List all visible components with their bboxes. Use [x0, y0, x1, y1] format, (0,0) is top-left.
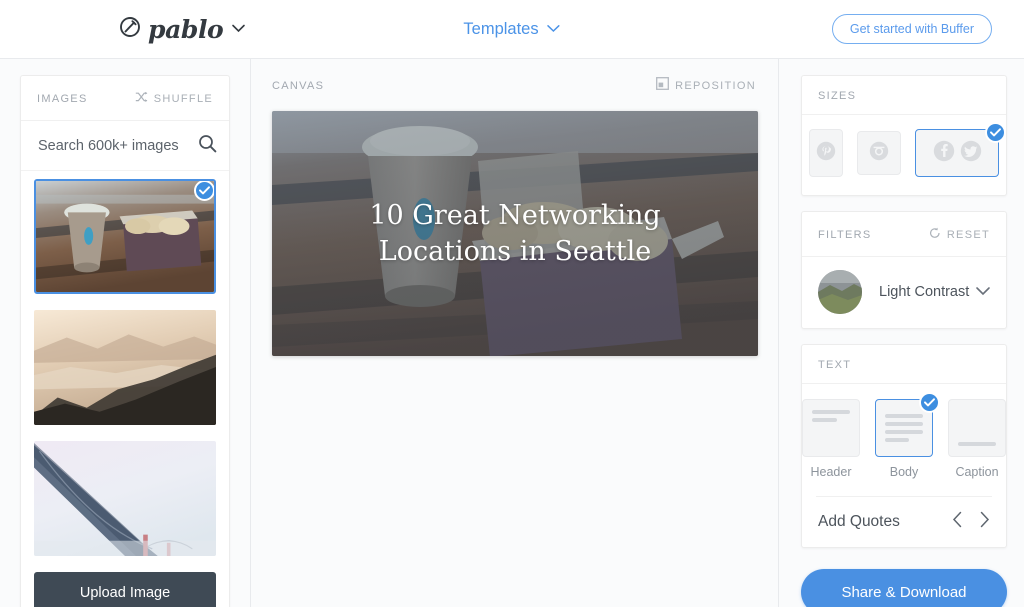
preview-line	[958, 442, 996, 446]
images-panel: IMAGES SHUFFLE Search 600k+ images Uploa…	[20, 75, 230, 607]
filter-selector[interactable]: Light Contrast	[802, 257, 1006, 328]
image-thumbnail-2[interactable]	[34, 441, 216, 556]
text-panel-header: TEXT	[802, 345, 1006, 384]
templates-label: Templates	[463, 19, 539, 38]
selected-check-icon	[985, 122, 1006, 143]
pablo-logo[interactable]: pablo	[119, 15, 246, 44]
canvas-panel-label: CANVAS	[272, 80, 325, 92]
text-panel-label: TEXT	[818, 359, 852, 371]
chevron-down-icon[interactable]	[231, 20, 246, 38]
chevron-right-icon[interactable]	[979, 511, 990, 533]
canvas-headline-text[interactable]: 10 Great Networking Locations in Seattle	[350, 198, 680, 270]
size-option-instagram[interactable]	[857, 131, 901, 175]
image-thumbnail-list	[21, 171, 229, 556]
canvas-area: CANVAS REPOSITION 10 Great Networking Lo…	[251, 59, 778, 607]
reset-label: RESET	[946, 229, 990, 241]
twitter-icon	[960, 140, 982, 167]
app-header: pablo Templates Get started with Buffer	[0, 0, 1024, 59]
filters-panel: FILTERS RESET Light Contrast	[801, 211, 1007, 329]
reposition-square-icon	[656, 77, 670, 95]
text-option-caption-preview	[948, 399, 1006, 457]
images-sidebar: IMAGES SHUFFLE Search 600k+ images Uploa…	[0, 59, 250, 607]
text-option-caption[interactable]: Caption	[948, 399, 1006, 479]
pablo-circle-brush-icon	[119, 16, 141, 43]
add-quotes-label[interactable]: Add Quotes	[818, 513, 900, 531]
text-option-header-label: Header	[810, 465, 852, 479]
shuffle-icon	[135, 90, 148, 108]
canvas-preview[interactable]: 10 Great Networking Locations in Seattle	[272, 111, 758, 356]
size-options	[802, 115, 1006, 195]
reset-filters-button[interactable]: RESET	[929, 226, 990, 244]
chevron-down-icon[interactable]	[975, 283, 991, 301]
search-input[interactable]	[38, 138, 198, 154]
sizes-panel-label: SIZES	[818, 90, 857, 102]
text-style-options: Header Body Caption	[802, 384, 1006, 486]
sizes-panel-header: SIZES	[802, 76, 1006, 115]
preview-line	[885, 438, 909, 442]
preview-line	[885, 422, 923, 426]
image-thumbnail-0[interactable]	[34, 179, 216, 294]
reset-circle-arrow-icon	[929, 226, 941, 244]
preview-line	[812, 410, 850, 414]
images-panel-header: IMAGES SHUFFLE	[21, 76, 229, 121]
preview-line	[812, 418, 838, 422]
selected-check-icon	[919, 392, 940, 413]
app-body: IMAGES SHUFFLE Search 600k+ images Uploa…	[0, 59, 1024, 607]
get-started-with-buffer-button[interactable]: Get started with Buffer	[831, 14, 992, 44]
share-and-download-button[interactable]: Share & Download	[801, 569, 1007, 607]
text-panel: TEXT Header Body Caption Add Quotes	[801, 344, 1007, 548]
shuffle-button[interactable]: SHUFFLE	[135, 90, 213, 108]
selected-check-icon	[194, 181, 214, 201]
templates-menu[interactable]: Templates	[463, 20, 560, 39]
pinterest-icon	[816, 141, 836, 166]
canvas-header: CANVAS REPOSITION	[271, 77, 758, 95]
preview-line	[885, 430, 923, 434]
text-option-header-preview	[802, 399, 860, 457]
filters-panel-label: FILTERS	[818, 229, 872, 241]
filter-name-label: Light Contrast	[879, 284, 970, 300]
upload-image-button[interactable]: Upload Image	[34, 572, 216, 607]
chevron-left-icon[interactable]	[952, 511, 963, 533]
search-icon[interactable]	[198, 134, 217, 158]
chevron-down-icon	[547, 20, 561, 38]
images-panel-label: IMAGES	[37, 93, 88, 105]
quotes-nav	[952, 511, 990, 533]
preview-line	[885, 414, 923, 418]
size-option-facebook-twitter[interactable]	[915, 122, 1006, 177]
upload-image-row: Upload Image	[21, 572, 229, 607]
filters-panel-header: FILTERS RESET	[802, 212, 1006, 257]
image-search-row[interactable]	[21, 121, 229, 171]
image-thumbnail-1[interactable]	[34, 310, 216, 425]
text-option-header[interactable]: Header	[802, 399, 860, 479]
text-option-body[interactable]: Body	[875, 392, 940, 479]
canvas-text-overlay: 10 Great Networking Locations in Seattle	[272, 111, 758, 356]
text-option-body-preview	[875, 392, 940, 457]
add-quotes-row: Add Quotes	[816, 496, 992, 547]
shuffle-label: SHUFFLE	[153, 93, 213, 105]
pablo-logo-text: pablo	[148, 14, 224, 44]
settings-sidebar: SIZES FILTERS RESET Light Contrast TEXT …	[779, 59, 1024, 607]
filter-preview-thumbnail	[818, 270, 862, 314]
facebook-icon	[933, 140, 955, 167]
reposition-button[interactable]: REPOSITION	[656, 77, 756, 95]
sizes-panel: SIZES	[801, 75, 1007, 196]
instagram-icon	[869, 141, 889, 166]
reposition-label: REPOSITION	[675, 80, 756, 92]
text-option-body-label: Body	[889, 465, 919, 479]
text-option-caption-label: Caption	[955, 465, 999, 479]
size-option-pinterest[interactable]	[809, 129, 843, 177]
